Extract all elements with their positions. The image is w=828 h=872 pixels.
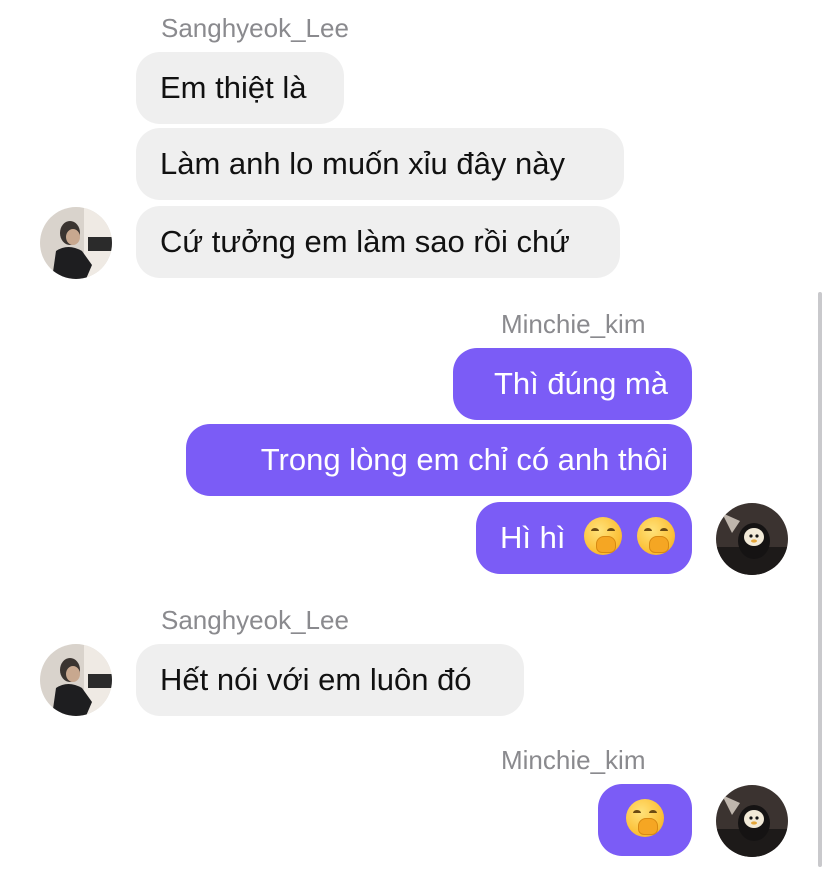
avatar[interactable] [716,503,788,575]
avatar[interactable] [716,785,788,857]
person-at-piano-avatar [40,207,112,279]
message-bubble[interactable] [598,784,692,856]
message-bubble[interactable]: Hì hì [476,502,692,574]
message-text: Hì hì [500,520,566,555]
sender-name: Sanghyeok_Lee [161,13,349,43]
message-bubble[interactable]: Em thiệt là [136,52,344,124]
sender-name: Minchie_kim [501,745,646,775]
sender-name: Sanghyeok_Lee [161,605,349,635]
hand-over-mouth-emoji [626,799,664,837]
message-bubble[interactable]: Trong lòng em chỉ có anh thôi [186,424,692,496]
message-bubble[interactable]: Làm anh lo muốn xỉu đây này [136,128,624,200]
message-bubble[interactable]: Thì đúng mà [453,348,692,420]
person-at-piano-avatar [40,644,112,716]
plush-toy-avatar [716,503,788,575]
sender-name: Minchie_kim [501,309,646,339]
avatar[interactable] [40,207,112,279]
hand-over-mouth-emoji [636,517,675,555]
scrollbar[interactable] [818,292,822,867]
hand-over-mouth-emoji [584,517,623,555]
message-bubble[interactable]: Hết nói với em luôn đó [136,644,524,716]
message-bubble[interactable]: Cứ tưởng em làm sao rồi chứ [136,206,620,278]
avatar[interactable] [40,644,112,716]
plush-toy-avatar [716,785,788,857]
